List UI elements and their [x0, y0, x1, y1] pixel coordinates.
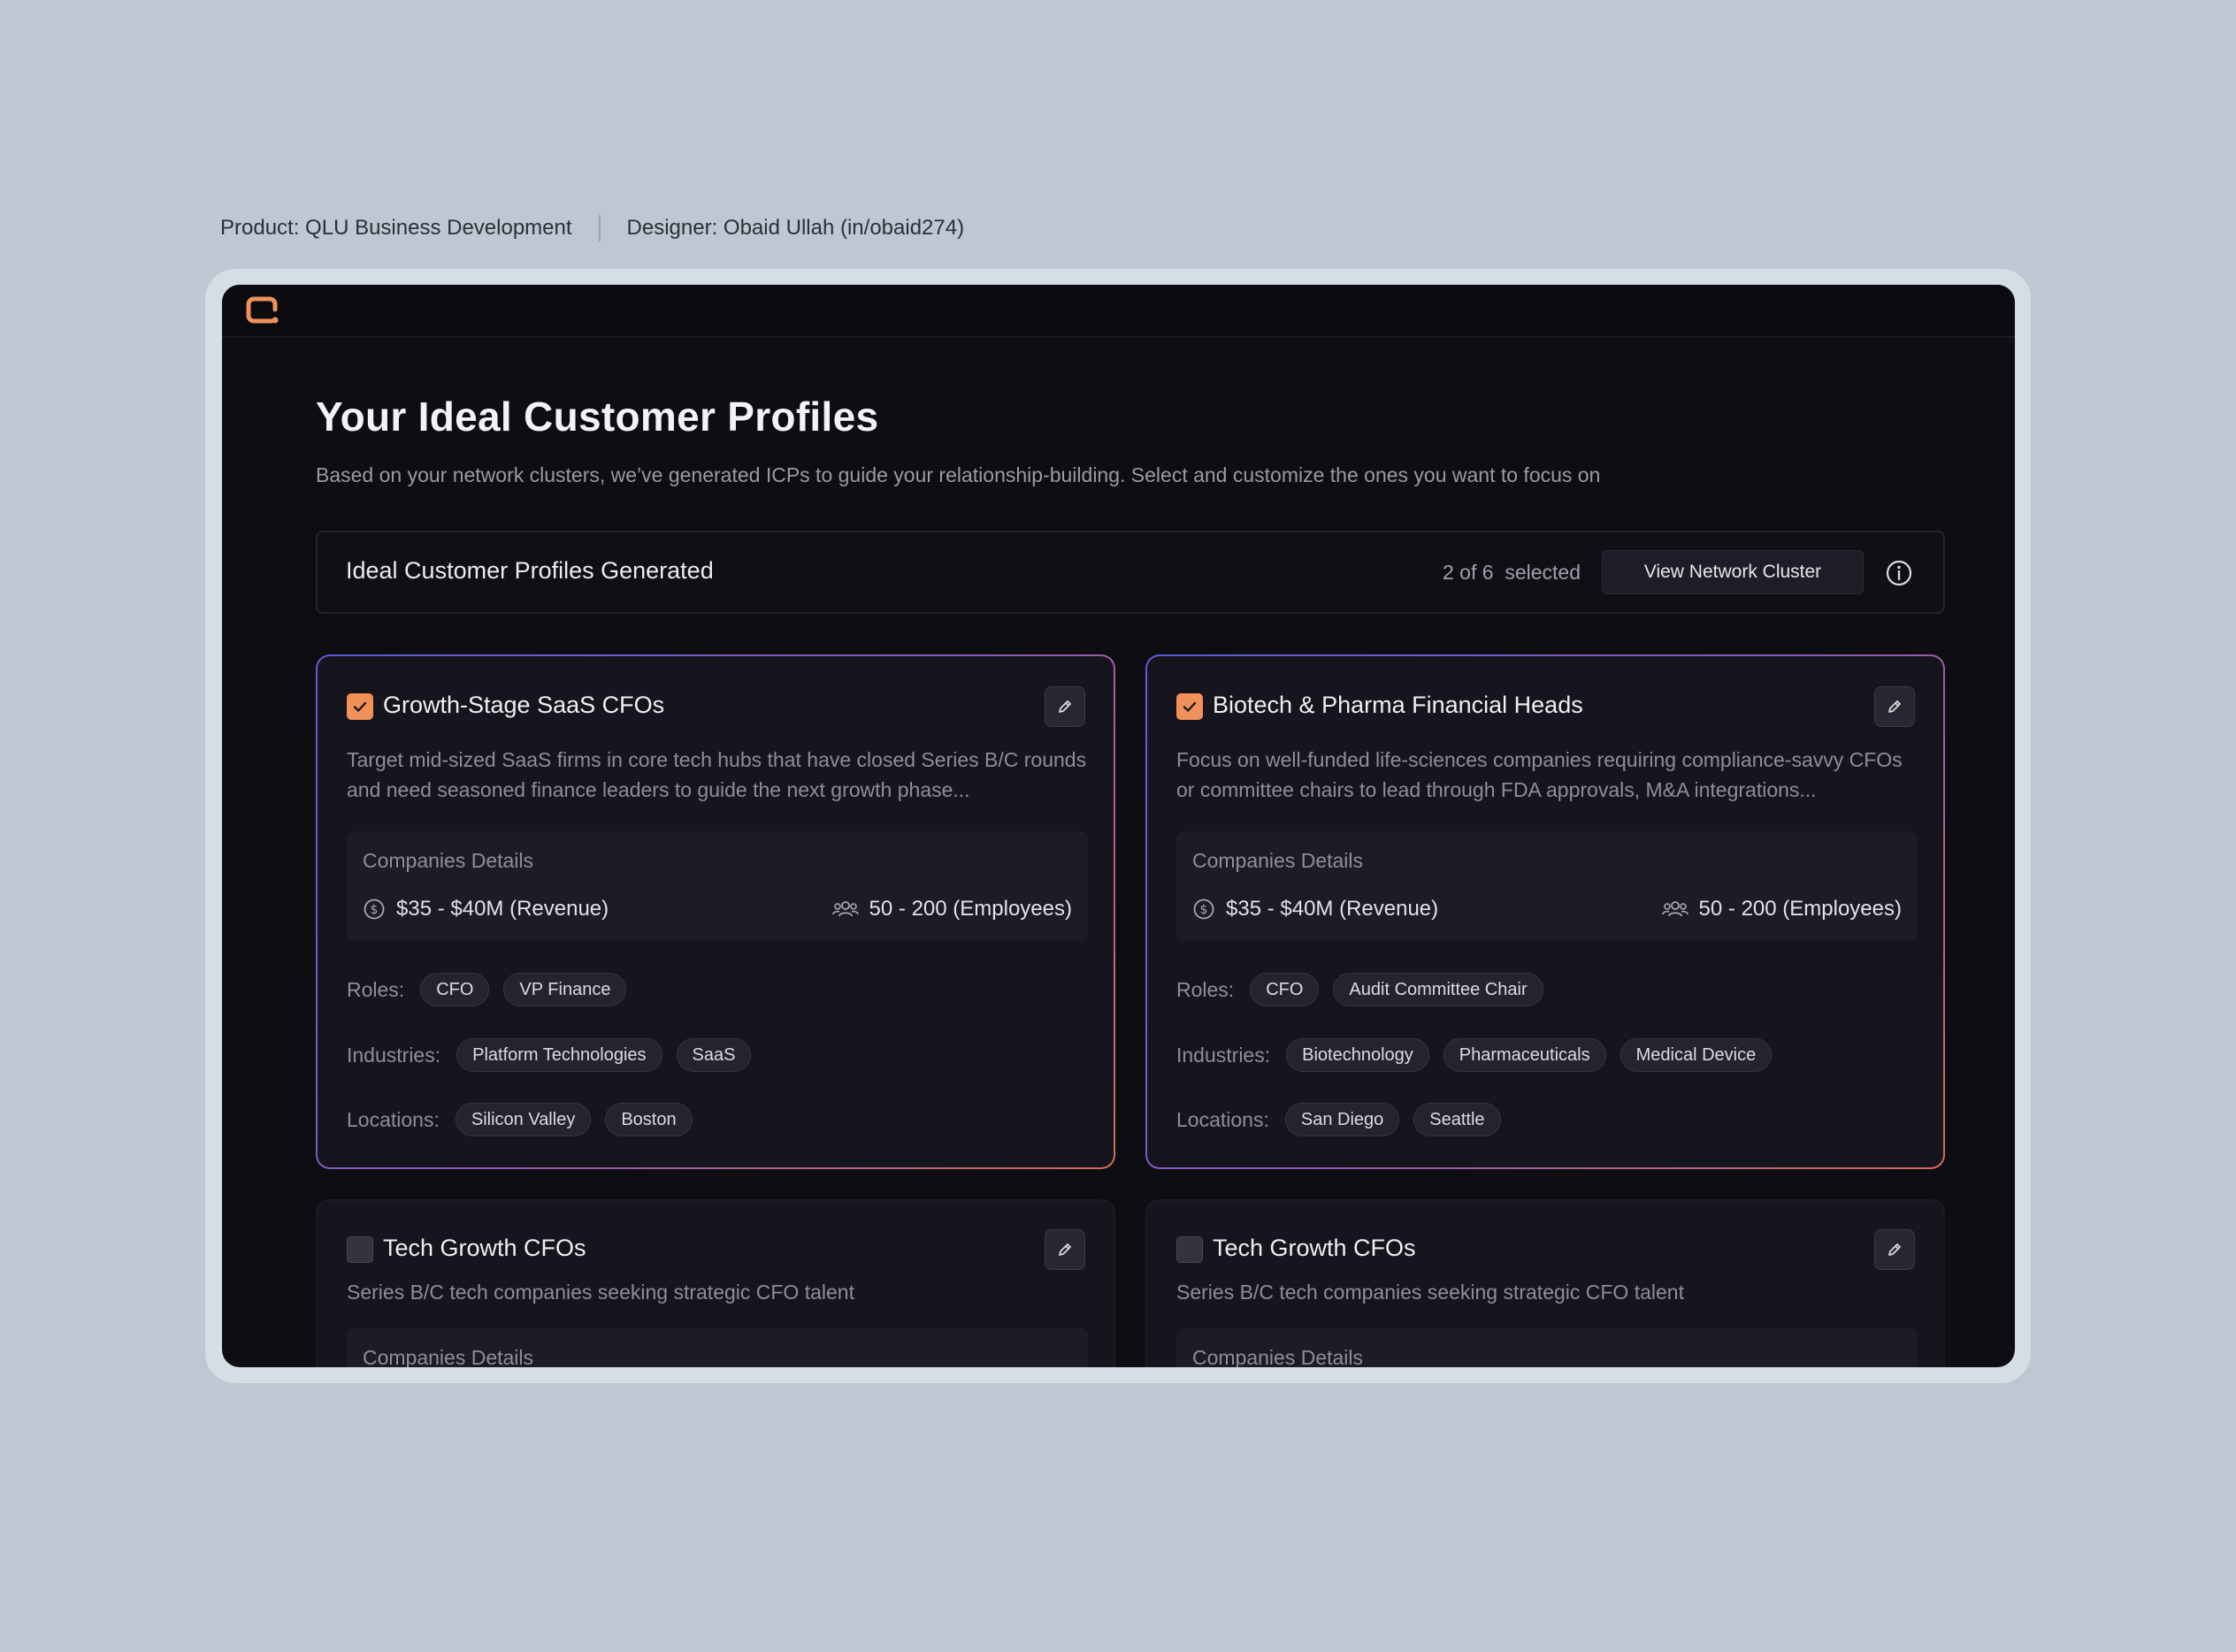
companies-details: Companies Details $ $35 - $40M (Revenue)… — [347, 831, 1088, 941]
edit-button[interactable] — [1874, 686, 1915, 727]
card-description: Series B/C tech companies seeking strate… — [1176, 1281, 1684, 1304]
industry-tag: Biotechnology — [1286, 1038, 1429, 1072]
card-description: Series B/C tech companies seeking strate… — [347, 1281, 854, 1304]
card-description: Target mid-sized SaaS firms in core tech… — [347, 748, 1087, 801]
pencil-icon — [1888, 700, 1901, 713]
page-subtitle: Based on your network clusters, we’ve ge… — [316, 463, 1601, 486]
industries-label: Industries: — [1176, 1043, 1271, 1067]
industry-tag: SaaS — [676, 1038, 752, 1072]
page-title: Your Ideal Customer Profiles — [316, 394, 879, 440]
role-tag: Audit Committee Chair — [1333, 973, 1543, 1006]
employees-value: 50 - 200 (Employees) — [869, 897, 1072, 921]
industries-label: Industries: — [347, 1043, 441, 1067]
companies-details: Companies Details — [347, 1328, 1088, 1367]
pencil-icon — [1059, 700, 1071, 713]
card-checkbox-unchecked[interactable] — [347, 1236, 373, 1263]
industries-row: Industries: Platform Technologies SaaS — [347, 1038, 765, 1072]
card-title: Biotech & Pharma Financial Heads — [1213, 692, 1583, 718]
employees-detail: 50 - 200 (Employees) — [1661, 897, 1902, 922]
employees-value: 50 - 200 (Employees) — [1698, 897, 1902, 921]
revenue-detail: $ $35 - $40M (Revenue) — [363, 897, 609, 922]
roles-label: Roles: — [1176, 977, 1235, 1001]
checkmark-icon — [353, 701, 367, 712]
companies-details-title: Companies Details — [363, 1346, 534, 1367]
edit-button[interactable] — [1874, 1229, 1915, 1270]
qlu-logo-icon[interactable] — [245, 295, 282, 327]
locations-label: Locations: — [1176, 1107, 1269, 1131]
selected-count: 2 of 6 selected — [1443, 561, 1581, 584]
location-tag: San Diego — [1284, 1103, 1400, 1136]
icp-card[interactable]: Tech Growth CFOs Series B/C tech compani… — [1145, 1199, 1945, 1367]
roles-row: Roles: CFO VP Finance — [347, 973, 640, 1006]
svg-text:$: $ — [371, 903, 379, 917]
roles-label: Roles: — [347, 977, 405, 1001]
locations-row: Locations: San Diego Seattle — [1176, 1103, 1515, 1136]
edit-button[interactable] — [1045, 686, 1085, 727]
icp-card[interactable]: Tech Growth CFOs Series B/C tech compani… — [316, 1199, 1115, 1367]
dollar-icon: $ — [364, 899, 385, 920]
view-network-cluster-button[interactable]: View Network Cluster — [1602, 550, 1864, 594]
card-title: Growth-Stage SaaS CFOs — [383, 692, 665, 718]
icp-card[interactable]: Biotech & Pharma Financial Heads Focus o… — [1145, 654, 1945, 1169]
product-label: Product: QLU Business Development — [220, 216, 572, 240]
edit-button[interactable] — [1045, 1229, 1085, 1270]
companies-details-title: Companies Details — [1192, 1346, 1364, 1367]
users-icon — [831, 901, 859, 917]
top-bar — [222, 285, 2015, 338]
meta-divider — [598, 215, 601, 241]
industry-tag: Medical Device — [1620, 1038, 1773, 1072]
checkmark-icon — [1183, 701, 1197, 712]
companies-details-title: Companies Details — [1192, 849, 1364, 872]
companies-details: Companies Details — [1176, 1328, 1918, 1367]
card-checkbox-checked[interactable] — [1176, 693, 1203, 720]
companies-details-title: Companies Details — [363, 849, 534, 872]
roles-row: Roles: CFO Audit Committee Chair — [1176, 973, 1558, 1006]
dollar-icon: $ — [1193, 899, 1214, 920]
app-window: Your Ideal Customer Profiles Based on yo… — [222, 285, 2015, 1367]
revenue-value: $35 - $40M (Revenue) — [1226, 897, 1439, 921]
location-tag: Boston — [605, 1103, 693, 1136]
locations-label: Locations: — [347, 1107, 440, 1131]
info-icon[interactable] — [1885, 559, 1913, 587]
pencil-icon — [1059, 1243, 1071, 1256]
icp-summary-bar: Ideal Customer Profiles Generated 2 of 6… — [316, 531, 1945, 614]
role-tag: VP Finance — [503, 973, 627, 1006]
design-meta: Product: QLU Business Development Design… — [220, 212, 964, 244]
companies-details: Companies Details $ $35 - $40M (Revenue)… — [1176, 831, 1918, 941]
revenue-detail: $ $35 - $40M (Revenue) — [1192, 897, 1438, 922]
employees-detail: 50 - 200 (Employees) — [831, 897, 1072, 922]
svg-text:$: $ — [1200, 903, 1208, 917]
industry-tag: Platform Technologies — [456, 1038, 662, 1072]
industries-row: Industries: Biotechnology Pharmaceutical… — [1176, 1038, 1786, 1072]
card-title: Tech Growth CFOs — [1213, 1235, 1416, 1261]
designer-label: Designer: Obaid Ullah (in/obaid274) — [626, 216, 965, 240]
role-tag: CFO — [1250, 973, 1320, 1006]
locations-row: Locations: Silicon Valley Boston — [347, 1103, 707, 1136]
revenue-value: $35 - $40M (Revenue) — [396, 897, 609, 921]
pencil-icon — [1888, 1243, 1901, 1256]
location-tag: Seattle — [1413, 1103, 1501, 1136]
card-checkbox-checked[interactable] — [347, 693, 373, 720]
summary-title: Ideal Customer Profiles Generated — [346, 557, 714, 584]
icp-card[interactable]: Growth-Stage SaaS CFOs Target mid-sized … — [316, 654, 1115, 1169]
industry-tag: Pharmaceuticals — [1443, 1038, 1606, 1072]
card-title: Tech Growth CFOs — [383, 1235, 586, 1261]
card-description: Focus on well-funded life-sciences compa… — [1176, 748, 1903, 801]
card-checkbox-unchecked[interactable] — [1176, 1236, 1203, 1263]
main-content: Your Ideal Customer Profiles Based on yo… — [222, 338, 2015, 1367]
users-icon — [1661, 901, 1688, 917]
role-tag: CFO — [420, 973, 490, 1006]
location-tag: Silicon Valley — [455, 1103, 592, 1136]
